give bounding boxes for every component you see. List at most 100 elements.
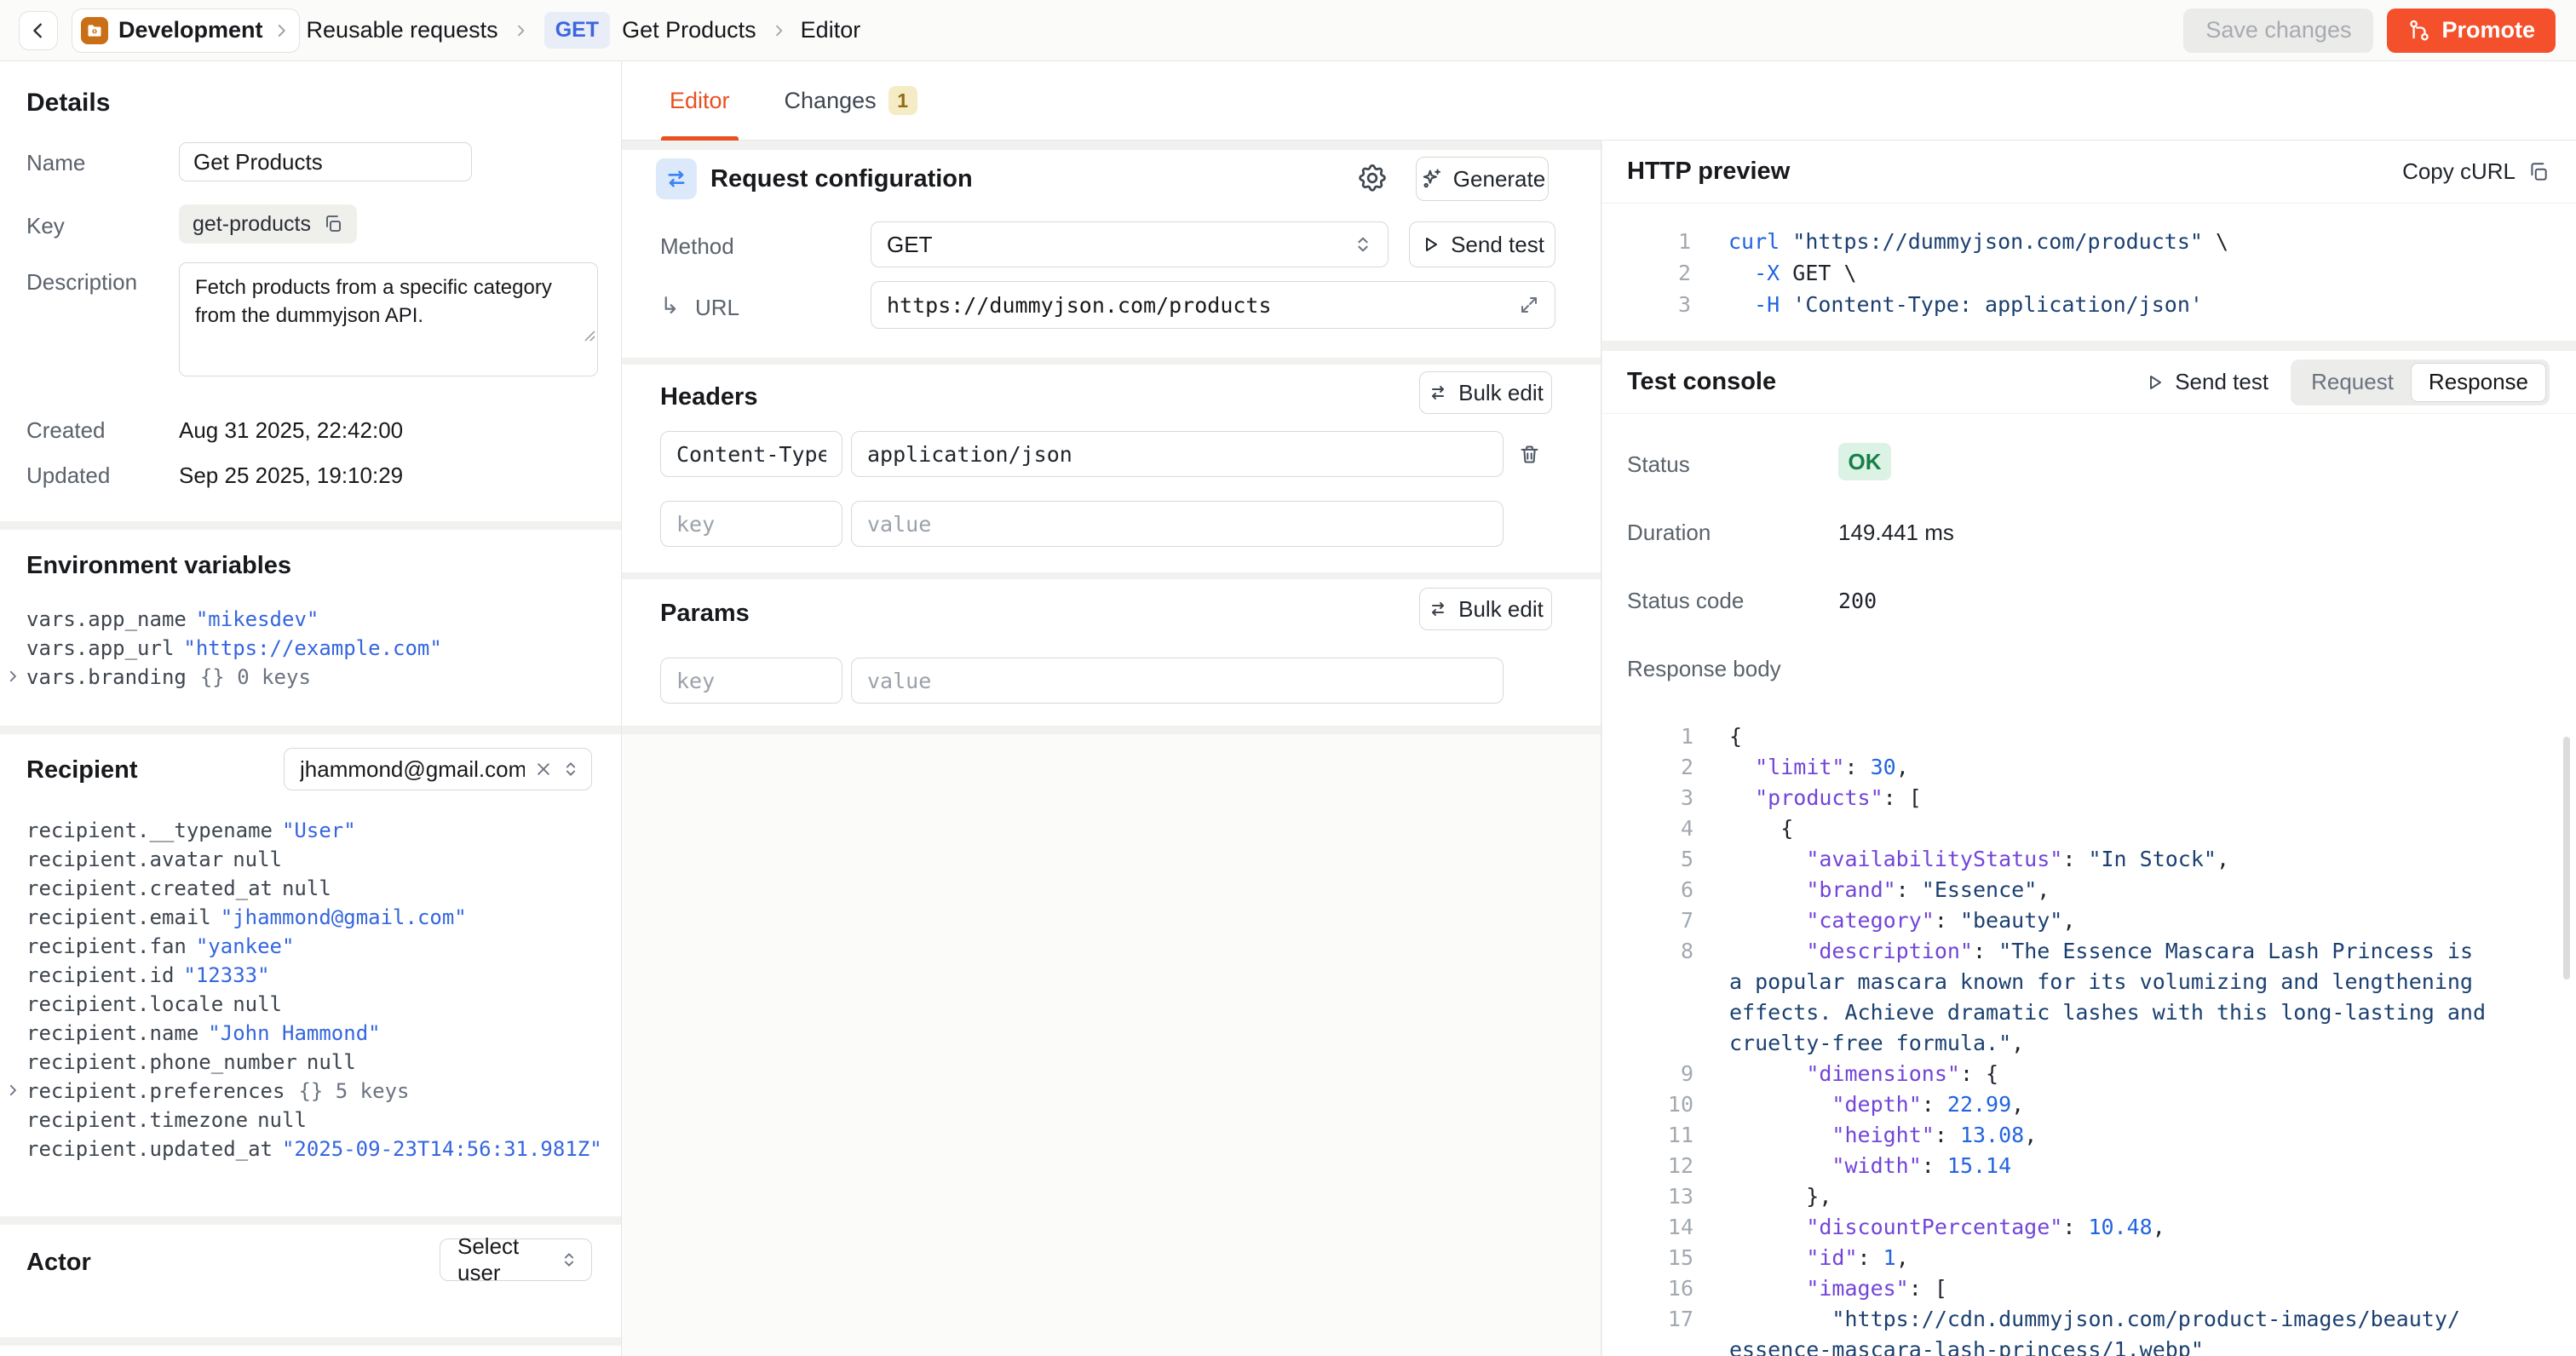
method-badge: GET <box>544 12 610 49</box>
line-number: 16 <box>1602 1273 1693 1304</box>
method-value: GET <box>887 232 1354 258</box>
code-line: 11 "height": 13.08, <box>1602 1120 2576 1151</box>
variable-value: "jhammond@gmail.com" <box>221 905 467 929</box>
variable-key: recipient.created_at <box>26 876 273 900</box>
breadcrumb-separator <box>772 24 785 37</box>
line-number: 17 <box>1602 1304 1693 1335</box>
variable-key: recipient.preferences <box>26 1079 285 1103</box>
console-send-test-button[interactable]: Send test <box>2144 369 2268 395</box>
code-line: 1{ <box>1602 721 2576 752</box>
url-input[interactable]: https://dummyjson.com/products <box>871 281 1555 329</box>
expand-chevron-icon[interactable] <box>5 1083 20 1098</box>
code-line: a popular mascara known for its volumizi… <box>1602 967 2576 997</box>
variable-row: recipient.created_atnull <box>0 874 621 903</box>
new-header-value-input[interactable] <box>851 501 1504 547</box>
url-arrow-icon: ↳ <box>660 293 680 319</box>
actor-select[interactable]: Select user <box>440 1238 592 1281</box>
toggle-response[interactable]: Response <box>2411 363 2546 402</box>
status-badge: OK <box>1838 443 1891 480</box>
new-param-value-input[interactable] <box>851 658 1504 704</box>
variable-key: recipient.timezone <box>26 1108 248 1132</box>
generate-button[interactable]: Generate <box>1416 157 1549 201</box>
key-label: Key <box>26 213 65 239</box>
details-title: Details <box>26 89 110 118</box>
expand-icon[interactable] <box>1519 295 1539 315</box>
tab-changes[interactable]: Changes 1 <box>776 61 926 140</box>
duration-value: 149.441 ms <box>1838 520 1954 546</box>
toggle-request[interactable]: Request <box>2294 363 2411 402</box>
scrollbar-thumb[interactable] <box>2563 737 2570 980</box>
request-configuration-title: Request configuration <box>710 165 973 193</box>
code-line: 13 }, <box>1602 1181 2576 1212</box>
response-body-code: 1{2 "limit": 30,3 "products": [4 {5 "ava… <box>1602 721 2576 1356</box>
variable-value: "User" <box>282 819 356 842</box>
variable-value: "John Hammond" <box>208 1021 380 1045</box>
new-header-key-input[interactable] <box>660 501 842 547</box>
curl-preview-code: 1curl "https://dummyjson.com/products" \… <box>1602 226 2576 320</box>
code-line: 17 "https://cdn.dummyjson.com/product-im… <box>1602 1304 2576 1335</box>
recipient-selected-value: jhammond@gmail.com <box>300 756 525 783</box>
request-configuration-card: Request configuration Generate Method GE… <box>622 150 1601 358</box>
section-divider <box>1602 341 2576 351</box>
key-chip: get-products <box>179 204 357 244</box>
resize-handle-icon[interactable] <box>581 327 596 342</box>
actor-title: Actor <box>26 1249 91 1277</box>
recipient-section: Recipient jhammond@gmail.com recipient._… <box>0 734 621 1216</box>
variable-row: recipient.localenull <box>0 990 621 1019</box>
request-response-toggle: Request Response <box>2291 359 2550 405</box>
name-input[interactable] <box>179 142 472 181</box>
line-number: 10 <box>1602 1089 1693 1120</box>
method-select[interactable]: GET <box>871 221 1389 267</box>
code-line: 10 "depth": 22.99, <box>1602 1089 2576 1120</box>
variable-key: recipient.locale <box>26 992 223 1016</box>
variable-value: "yankee" <box>196 934 295 958</box>
variable-key: recipient.id <box>26 963 174 987</box>
new-param-key-input[interactable] <box>660 658 842 704</box>
expand-chevron-icon[interactable] <box>5 669 20 684</box>
details-sidebar: Details Name Key get-products Descriptio… <box>0 61 622 1356</box>
variable-row: recipient.__typename"User" <box>0 816 621 845</box>
code-line: 5 "availabilityStatus": "In Stock", <box>1602 844 2576 875</box>
header-key-input[interactable] <box>660 431 842 477</box>
folder-icon <box>81 17 108 44</box>
line-number: 2 <box>1602 257 1691 289</box>
line-number: 7 <box>1602 905 1693 936</box>
description-textarea[interactable]: Fetch products from a specific category … <box>179 262 598 376</box>
variable-row: vars.app_url"https://example.com" <box>0 634 621 663</box>
variable-row: vars.app_name"mikesdev" <box>0 605 621 634</box>
send-test-button[interactable]: Send test <box>1409 221 1555 267</box>
delete-header-icon[interactable] <box>1518 443 1541 466</box>
code-line: cruelty-free formula.", <box>1602 1028 2576 1059</box>
workspace-chip[interactable]: Development <box>72 9 300 53</box>
tab-editor[interactable]: Editor <box>661 61 739 140</box>
variable-value: null <box>233 848 282 871</box>
copy-icon[interactable] <box>323 214 343 234</box>
request-swap-icon <box>656 158 697 199</box>
params-bulk-edit-button[interactable]: Bulk edit <box>1419 588 1552 630</box>
chevron-left-icon <box>29 21 48 40</box>
recipient-select[interactable]: jhammond@gmail.com <box>284 748 592 790</box>
variable-key: recipient.fan <box>26 934 187 958</box>
breadcrumb-request-name[interactable]: Get Products <box>622 17 756 43</box>
clear-icon[interactable] <box>535 761 552 778</box>
sparkle-icon <box>1419 167 1443 191</box>
line-number: 1 <box>1602 721 1693 752</box>
variable-value: "12333" <box>183 963 269 987</box>
save-changes-button[interactable]: Save changes <box>2183 9 2373 53</box>
chevron-up-down-icon[interactable] <box>562 761 579 778</box>
back-button[interactable] <box>19 11 58 50</box>
breadcrumb-section[interactable]: Reusable requests <box>307 17 498 43</box>
bulk-edit-icon <box>1428 599 1448 619</box>
code-line: 15 "id": 1, <box>1602 1243 2576 1273</box>
gear-icon[interactable] <box>1356 162 1389 194</box>
variable-row: recipient.preferences{} 5 keys <box>0 1077 621 1106</box>
copy-curl-button[interactable]: Copy cURL <box>2402 158 2550 185</box>
created-value: Aug 31 2025, 22:42:00 <box>179 417 403 444</box>
breadcrumb-page[interactable]: Editor <box>801 17 861 43</box>
line-number <box>1602 1335 1693 1356</box>
headers-bulk-edit-button[interactable]: Bulk edit <box>1419 371 1552 414</box>
header-value-input[interactable] <box>851 431 1504 477</box>
line-number: 6 <box>1602 875 1693 905</box>
promote-button[interactable]: Promote <box>2387 9 2556 53</box>
preview-and-console-panel: HTTP preview Copy cURL 1curl "https://du… <box>1602 141 2576 1356</box>
